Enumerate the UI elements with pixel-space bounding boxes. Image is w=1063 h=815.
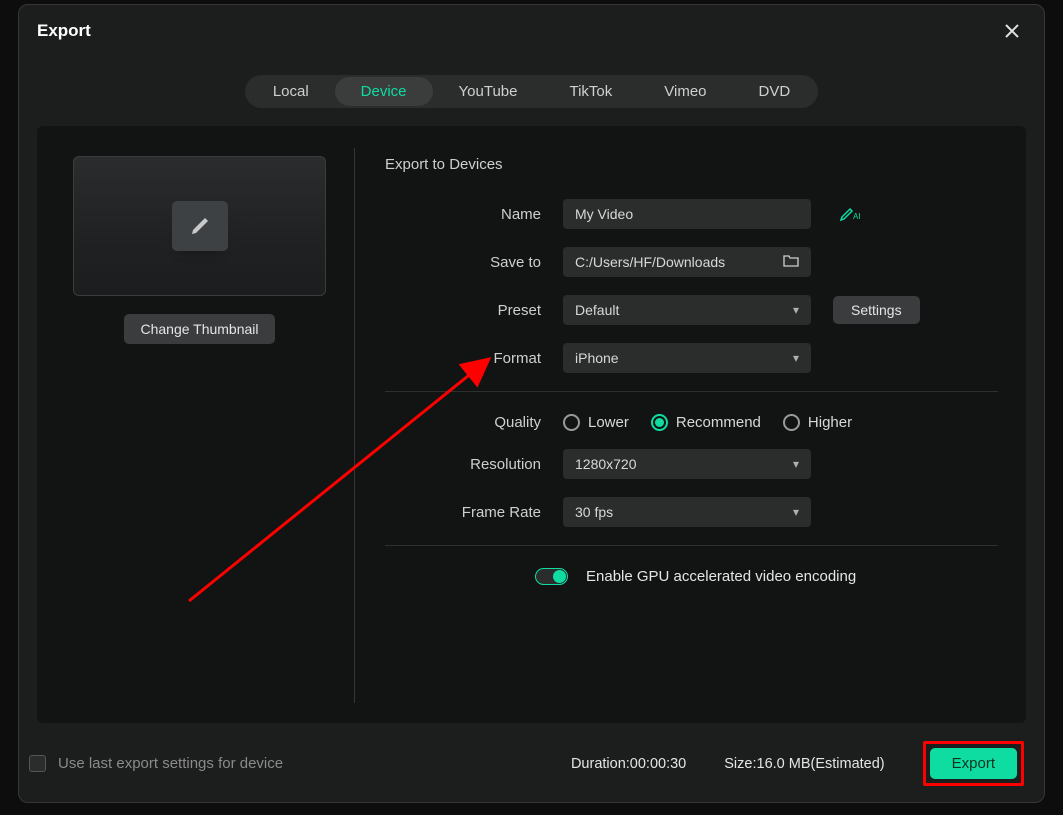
size-text: Size:16.0 MB(Estimated): [724, 756, 884, 772]
last-settings-checkbox[interactable]: [29, 755, 46, 772]
preset-value: Default: [575, 302, 619, 318]
tab-youtube[interactable]: YouTube: [433, 77, 544, 106]
preset-select[interactable]: Default ▾: [563, 295, 811, 325]
thumbnail-preview: [73, 156, 326, 296]
quality-recommend[interactable]: Recommend: [651, 414, 761, 431]
save-to-value: C:/Users/HF/Downloads: [575, 254, 725, 270]
gpu-label: Enable GPU accelerated video encoding: [586, 568, 856, 585]
resolution-select[interactable]: 1280x720 ▾: [563, 449, 811, 479]
framerate-select[interactable]: 30 fps ▾: [563, 497, 811, 527]
name-label: Name: [385, 206, 563, 223]
chevron-down-icon: ▾: [793, 351, 799, 365]
radio-icon: [651, 414, 668, 431]
tabs-container: Local Device YouTube TikTok Vimeo DVD: [19, 51, 1044, 126]
section-title: Export to Devices: [385, 156, 998, 173]
chevron-down-icon: ▾: [793, 505, 799, 519]
resolution-label: Resolution: [385, 456, 563, 473]
dialog-title: Export: [37, 21, 91, 41]
dialog-footer: Use last export settings for device Dura…: [19, 723, 1044, 802]
quality-lower[interactable]: Lower: [563, 414, 629, 431]
divider: [385, 545, 998, 546]
content-area: Change Thumbnail Export to Devices Name …: [37, 126, 1026, 723]
radio-icon: [783, 414, 800, 431]
resolution-value: 1280x720: [575, 456, 637, 472]
quality-label: Quality: [385, 414, 563, 431]
folder-icon[interactable]: [783, 254, 799, 271]
ai-edit-icon[interactable]: AI: [839, 206, 861, 222]
name-input[interactable]: [563, 199, 811, 229]
chevron-down-icon: ▾: [793, 457, 799, 471]
export-tabs: Local Device YouTube TikTok Vimeo DVD: [245, 75, 818, 108]
quality-higher[interactable]: Higher: [783, 414, 852, 431]
save-to-input[interactable]: C:/Users/HF/Downloads: [563, 247, 811, 277]
tab-dvd[interactable]: DVD: [733, 77, 817, 106]
edit-icon: [172, 201, 228, 251]
quality-radio-group: Lower Recommend Higher: [563, 414, 852, 431]
tab-device[interactable]: Device: [335, 77, 433, 106]
tab-tiktok[interactable]: TikTok: [543, 77, 638, 106]
preset-label: Preset: [385, 302, 563, 319]
close-icon[interactable]: [1000, 19, 1024, 43]
settings-button[interactable]: Settings: [833, 296, 920, 324]
tab-vimeo[interactable]: Vimeo: [638, 77, 732, 106]
gpu-toggle[interactable]: [535, 568, 568, 585]
radio-icon: [563, 414, 580, 431]
format-label: Format: [385, 350, 563, 367]
duration-text: Duration:00:00:30: [571, 756, 686, 772]
toggle-knob: [553, 570, 566, 583]
format-value: iPhone: [575, 350, 619, 366]
export-dialog: Export Local Device YouTube TikTok Vimeo…: [18, 4, 1045, 803]
last-settings-label: Use last export settings for device: [58, 755, 571, 772]
dialog-header: Export: [19, 5, 1044, 51]
chevron-down-icon: ▾: [793, 303, 799, 317]
export-button[interactable]: Export: [930, 748, 1017, 779]
svg-text:AI: AI: [853, 212, 861, 221]
framerate-label: Frame Rate: [385, 504, 563, 521]
change-thumbnail-button[interactable]: Change Thumbnail: [124, 314, 274, 344]
format-select[interactable]: iPhone ▾: [563, 343, 811, 373]
divider: [385, 391, 998, 392]
tab-local[interactable]: Local: [247, 77, 335, 106]
thumbnail-panel: Change Thumbnail: [65, 148, 355, 703]
form-panel: Export to Devices Name AI Save to C:/Use…: [355, 156, 998, 703]
save-to-label: Save to: [385, 254, 563, 271]
export-highlight: Export: [923, 741, 1024, 786]
framerate-value: 30 fps: [575, 504, 613, 520]
